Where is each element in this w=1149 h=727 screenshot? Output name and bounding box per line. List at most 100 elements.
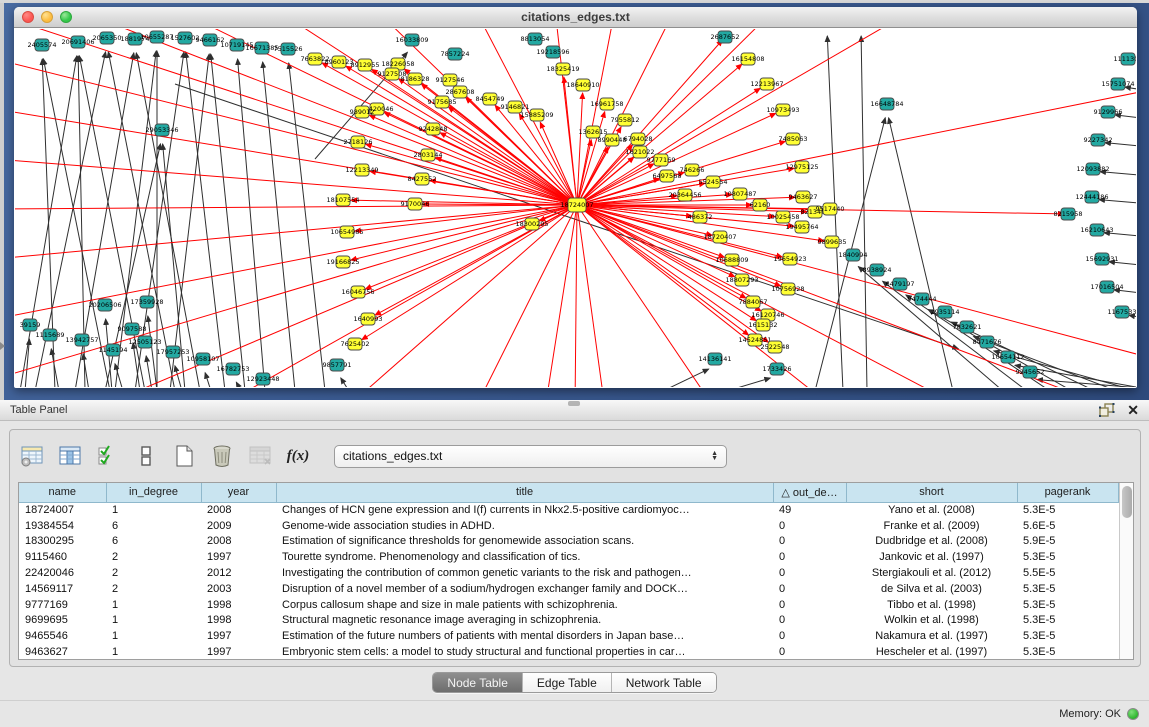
table-cell[interactable]: 2012 xyxy=(201,565,276,581)
table-cell[interactable]: 5.3E-5 xyxy=(1017,502,1118,518)
close-panel-icon[interactable]: ✕ xyxy=(1127,403,1139,417)
table-cell[interactable]: 9463627 xyxy=(19,644,106,660)
table-settings-icon[interactable] xyxy=(18,442,46,470)
graph-node[interactable]: 1840994 xyxy=(839,249,868,261)
column-visibility-icon[interactable] xyxy=(56,442,84,470)
graph-node[interactable]: 9245652 xyxy=(1016,366,1045,378)
graph-node[interactable]: 1115689 xyxy=(36,329,65,341)
graph-node[interactable]: 8215958 xyxy=(1054,208,1083,220)
float-panel-icon[interactable] xyxy=(1099,403,1115,417)
function-builder-icon[interactable]: f(x) xyxy=(284,442,312,470)
column-header-out_de[interactable]: △ out_de… xyxy=(773,483,846,502)
splitter-handle[interactable] xyxy=(568,401,580,406)
table-cell[interactable]: Corpus callosum shape and size in male p… xyxy=(276,597,773,613)
graph-node[interactable]: 16782753 xyxy=(216,363,249,375)
column-header-short[interactable]: short xyxy=(846,483,1017,502)
column-header-year[interactable]: year xyxy=(201,483,276,502)
graph-node[interactable]: 10958107 xyxy=(186,353,219,365)
graph-node[interactable]: 2718126 xyxy=(344,136,373,148)
graph-node[interactable]: 7884067 xyxy=(739,296,768,308)
table-cell[interactable]: 6 xyxy=(106,534,201,550)
table-cell[interactable]: 2008 xyxy=(201,502,276,518)
graph-node[interactable]: 16046756 xyxy=(341,286,374,298)
graph-node[interactable]: 8813054 xyxy=(521,33,550,45)
table-cell[interactable]: 0 xyxy=(773,518,846,534)
graph-node[interactable]: 7955812 xyxy=(611,114,640,126)
table-cell[interactable]: 1 xyxy=(106,597,201,613)
graph-node[interactable]: 9857791 xyxy=(323,359,352,371)
table-cell[interactable]: Nakamura et al. (1997) xyxy=(846,628,1017,644)
graph-node[interactable]: 14136141 xyxy=(698,353,731,365)
table-row[interactable]: 969969511998Structural magnetic resonanc… xyxy=(19,613,1118,629)
graph-node[interactable]: 17016504 xyxy=(1090,281,1123,293)
graph-node[interactable]: 9127546 xyxy=(436,74,465,86)
graph-node[interactable]: 1640993 xyxy=(354,313,383,325)
table-cell[interactable]: 5.6E-5 xyxy=(1017,518,1118,534)
table-select-dropdown[interactable]: citations_edges.txt ▲▼ xyxy=(334,445,727,468)
table-cell[interactable]: 5.3E-5 xyxy=(1017,581,1118,597)
table-cell[interactable]: 0 xyxy=(773,644,846,660)
graph-node[interactable]: 10025458 xyxy=(766,211,799,223)
table-cell[interactable]: 2003 xyxy=(201,581,276,597)
graph-node[interactable]: 18325419 xyxy=(546,63,579,75)
graph-node[interactable]: 2522548 xyxy=(761,341,790,353)
table-cell[interactable]: 18724007 xyxy=(19,502,106,518)
table-cell[interactable]: Tourette syndrome. Phenomenology and cla… xyxy=(276,549,773,565)
delete-column-icon[interactable] xyxy=(208,442,236,470)
graph-node[interactable]: 62160 xyxy=(750,199,771,211)
graph-node[interactable]: 16154808 xyxy=(731,53,764,65)
table-cell[interactable]: 5.3E-5 xyxy=(1017,613,1118,629)
graph-node[interactable]: 19166825 xyxy=(326,256,359,268)
graph-node[interactable]: 9170046 xyxy=(401,198,430,210)
table-cell[interactable]: 5.9E-5 xyxy=(1017,534,1118,550)
graph-node[interactable]: 2687652 xyxy=(711,31,740,43)
table-row[interactable]: 1872400712008Changes of HCN gene express… xyxy=(19,502,1118,518)
table-cell[interactable]: 9465546 xyxy=(19,628,106,644)
table-row[interactable]: 946362711997Embryonic stem cells: a mode… xyxy=(19,644,1118,660)
table-cell[interactable]: 9777169 xyxy=(19,597,106,613)
table-cell[interactable]: Yano et al. (2008) xyxy=(846,502,1017,518)
graph-node[interactable]: 10756928 xyxy=(771,283,804,295)
table-cell[interactable]: 5.3E-5 xyxy=(1017,628,1118,644)
table-cell[interactable]: Disruption of a novel member of a sodium… xyxy=(276,581,773,597)
table-cell[interactable]: Stergiakouli et al. (2012) xyxy=(846,565,1017,581)
table-cell[interactable]: Embryonic stem cells: a model to study s… xyxy=(276,644,773,660)
graph-node[interactable]: 18640910 xyxy=(566,79,599,91)
table-cell[interactable]: 1998 xyxy=(201,597,276,613)
graph-node[interactable]: 12213349 xyxy=(345,164,378,176)
graph-node[interactable]: 9899635 xyxy=(818,236,847,248)
table-cell[interactable]: 5.3E-5 xyxy=(1017,644,1118,660)
graph-node[interactable]: 20691406 xyxy=(61,36,94,48)
minimize-window-button[interactable] xyxy=(41,11,53,23)
graph-node[interactable]: 9227342 xyxy=(1084,134,1113,146)
graph-node[interactable]: 15692931 xyxy=(1085,253,1118,265)
table-row[interactable]: 1830029562008Estimation of significance … xyxy=(19,534,1118,550)
graph-node[interactable]: 7515526 xyxy=(274,43,303,55)
table-cell[interactable]: 22420046 xyxy=(19,565,106,581)
graph-node[interactable]: 2065350 xyxy=(93,32,122,44)
table-cell[interactable]: 0 xyxy=(773,565,846,581)
table-cell[interactable]: Franke et al. (2009) xyxy=(846,518,1017,534)
graph-node[interactable]: 1111304 xyxy=(1114,53,1136,65)
close-window-button[interactable] xyxy=(22,11,34,23)
table-cell[interactable]: 19384554 xyxy=(19,518,106,534)
graph-node[interactable]: 10688809 xyxy=(715,254,748,266)
table-row[interactable]: 977716911998Corpus callosum shape and si… xyxy=(19,597,1118,613)
table-cell[interactable]: 0 xyxy=(773,581,846,597)
table-cell[interactable]: 0 xyxy=(773,534,846,550)
graph-node[interactable]: 13942757 xyxy=(65,334,98,346)
graph-node[interactable]: 10973493 xyxy=(766,104,799,116)
graph-node[interactable]: 5524554 xyxy=(699,176,728,188)
table-row[interactable]: 2242004622012Investigating the contribut… xyxy=(19,565,1118,581)
graph-node[interactable]: 12444186 xyxy=(1075,191,1108,203)
graph-node[interactable]: 6794028 xyxy=(624,133,653,145)
new-column-icon[interactable] xyxy=(170,442,198,470)
graph-node[interactable]: 16033809 xyxy=(395,34,428,46)
table-cell[interactable]: Changes of HCN gene expression and I(f) … xyxy=(276,502,773,518)
table-row[interactable]: 1456911722003Disruption of a novel membe… xyxy=(19,581,1118,597)
column-header-title[interactable]: title xyxy=(276,483,773,502)
graph-node[interactable]: 17957253 xyxy=(156,346,189,358)
zoom-window-button[interactable] xyxy=(60,11,72,23)
table-cell[interactable]: Estimation of the future numbers of pati… xyxy=(276,628,773,644)
graph-node[interactable]: 10654985 xyxy=(330,226,363,238)
